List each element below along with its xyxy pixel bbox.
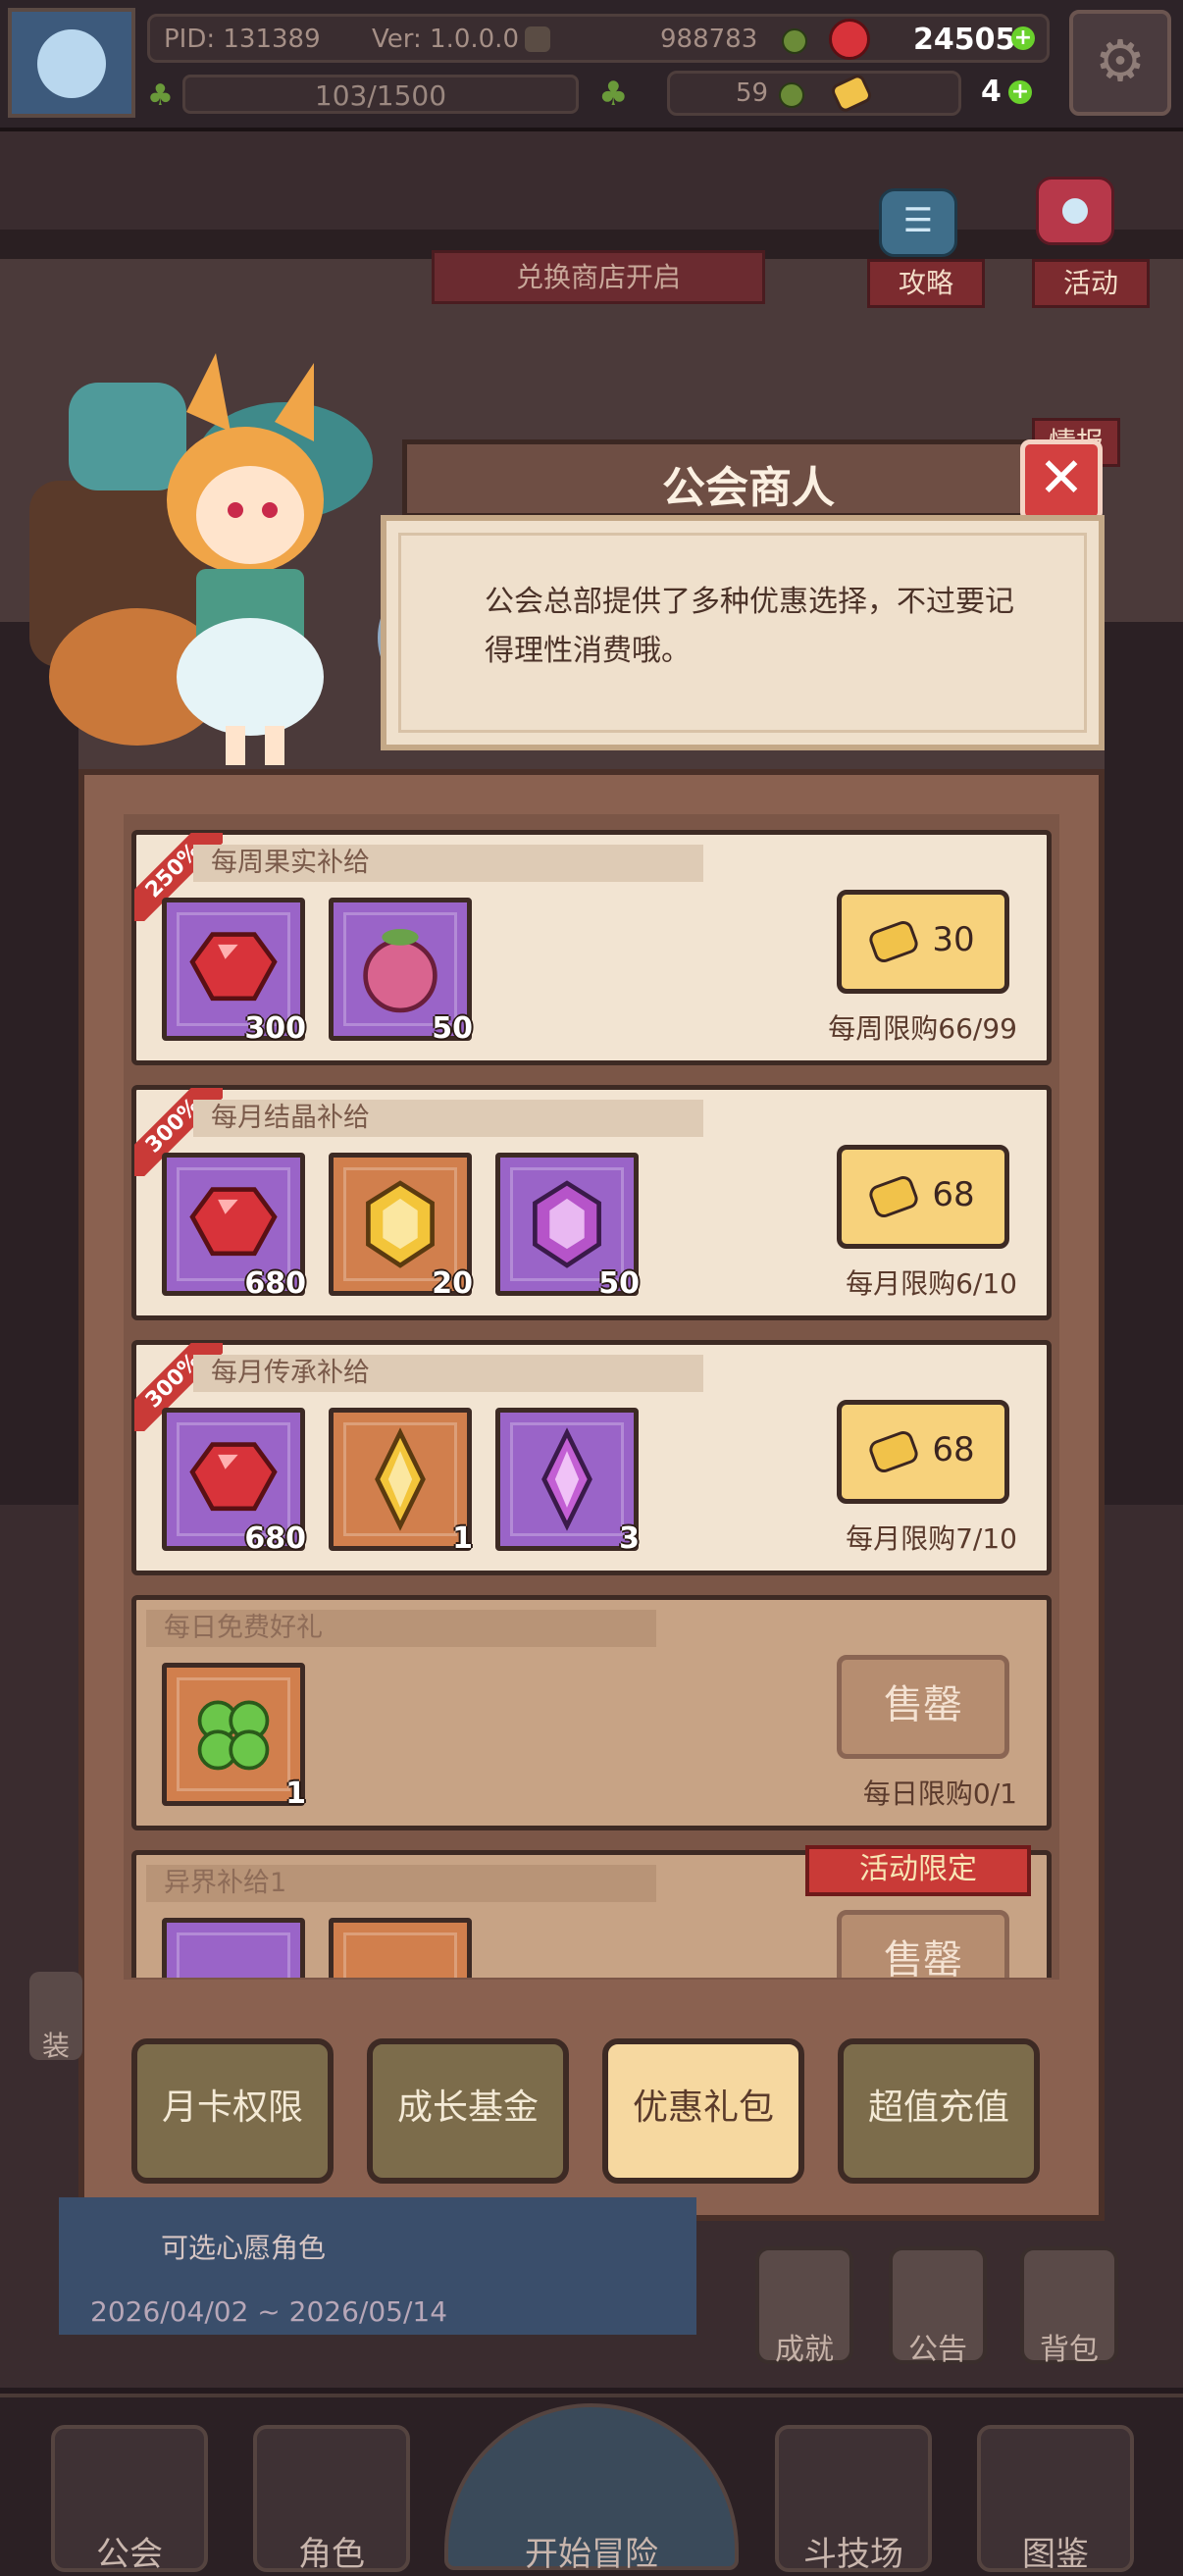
ticket-icon [866,917,921,965]
buy-button[interactable]: 68 [837,1400,1009,1504]
equip-side-button[interactable]: 装 [29,1972,82,2062]
item-slot[interactable]: 50 [495,1153,640,1301]
wish-text: 可选心愿角色 [161,2232,327,2264]
tab-discount-pack[interactable]: 优惠礼包 [602,2038,804,2184]
tab-monthly-card[interactable]: 月卡权限 [131,2038,334,2184]
offer-card-monthly-crystal: 300% 每月结晶补给 680 20 50 68 每月限购6/10 [131,1085,1052,1320]
item-slot[interactable] [329,1918,472,1978]
offer-title: 每周果实补给 [193,845,703,882]
offer-title: 每日免费好礼 [146,1610,656,1647]
buy-button[interactable]: 68 [837,1145,1009,1249]
offer-title: 每月结晶补给 [193,1100,703,1137]
item-slot[interactable]: 680 [162,1153,306,1301]
wish-banner[interactable]: 可选心愿角色 2026/04/02 ~ 2026/05/14 [59,2197,696,2335]
purple-shard-icon [541,1427,592,1531]
item-slot[interactable]: 3 [495,1408,640,1556]
purchase-limit: 每月限购7/10 [846,1522,1017,1555]
item-slot[interactable]: 300 [162,898,306,1046]
date-range: 2026/04/02 ~ 2026/05/14 [90,2295,448,2328]
offer-list[interactable]: 250% 每周果实补给 300 50 30 每周限购66/99 300% 每月结… [0,0,1183,1978]
item-slot[interactable]: 50 [329,898,473,1046]
nav-codex[interactable]: 图鉴 [977,2425,1134,2574]
gold-shard-icon [375,1427,426,1531]
offer-card-otherworld: 异界补给1 活动限定 售罄 [131,1845,1052,1978]
item-slot[interactable] [162,1918,305,1978]
achievement-button[interactable]: 成就 [755,2246,853,2367]
item-slot[interactable]: 1 [162,1663,306,1811]
nav-arena[interactable]: 斗技场 [775,2425,932,2574]
notice-button[interactable]: 公告 [889,2246,987,2367]
shop-tabs: 月卡权限 成长基金 优惠礼包 超值充值 [78,1989,1105,2221]
tab-growth-fund[interactable]: 成长基金 [367,2038,569,2184]
purchase-limit: 每周限购66/99 [828,1012,1017,1045]
purchase-limit: 每日限购0/1 [862,1777,1017,1810]
offer-title: 异界补给1 [146,1865,656,1902]
nav-guild[interactable]: 公会 [51,2425,208,2574]
nav-character[interactable]: 角色 [253,2425,410,2574]
tab-recharge[interactable]: 超值充值 [838,2038,1040,2184]
purchase-limit: 每月限购6/10 [846,1267,1017,1300]
sold-out-button[interactable]: 售罄 [837,1910,1009,1978]
offer-card-daily-free: 每日免费好礼 1 售罄 每日限购0/1 [131,1595,1052,1830]
item-slot[interactable]: 1 [329,1408,473,1556]
buy-button[interactable]: 30 [837,890,1009,994]
event-limited-badge: 活动限定 [805,1845,1031,1896]
bag-button[interactable]: 背包 [1020,2246,1118,2367]
ticket-icon [866,1172,921,1220]
item-slot[interactable]: 20 [329,1153,473,1301]
ticket-icon [866,1427,921,1475]
offer-card-monthly-legacy: 300% 每月传承补给 680 1 3 68 每月限购7/10 [131,1340,1052,1575]
clover-icon [197,1700,270,1771]
sold-out-button[interactable]: 售罄 [837,1655,1009,1759]
item-slot[interactable]: 680 [162,1408,306,1556]
offer-title: 每月传承补给 [193,1355,703,1392]
offer-card-weekly-fruit: 250% 每周果实补给 300 50 30 每周限购66/99 [131,830,1052,1065]
